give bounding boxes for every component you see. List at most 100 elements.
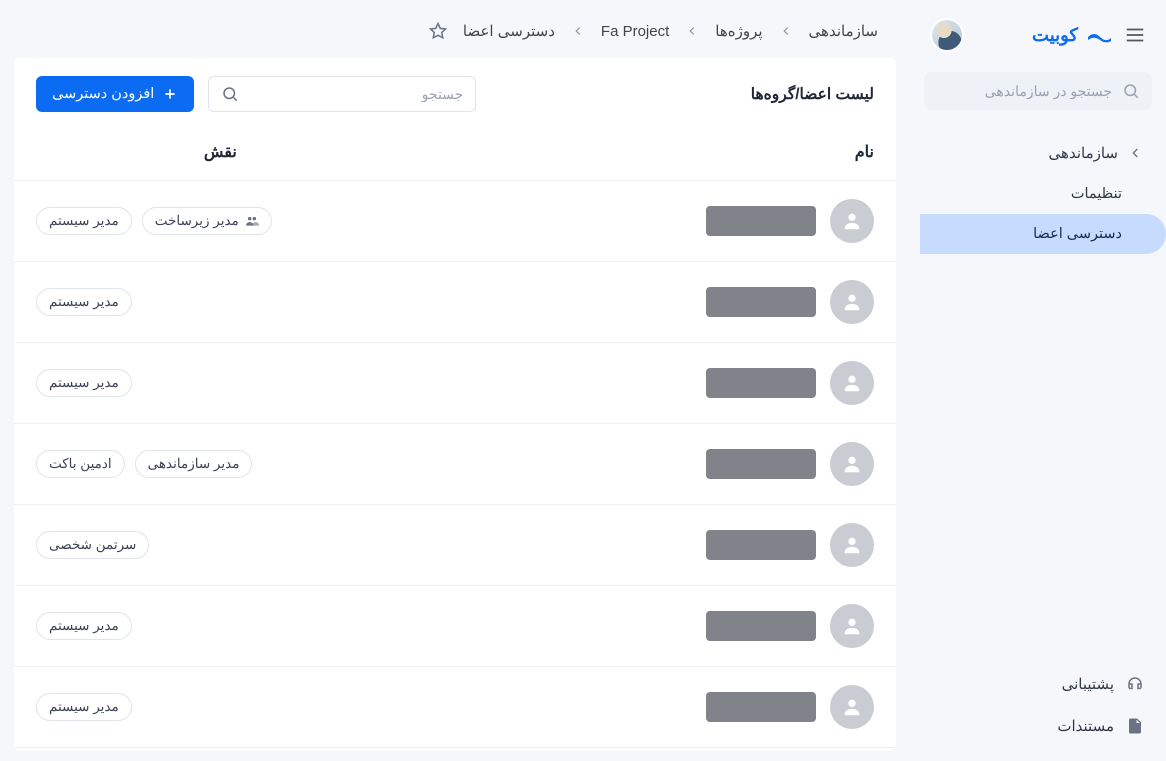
chevron-left-icon — [685, 24, 699, 38]
cell-name — [405, 199, 874, 243]
avatar — [830, 361, 874, 405]
breadcrumbs: سازماندهی پروژه‌ها Fa Project دسترسی اعض… — [10, 0, 900, 58]
avatar — [830, 280, 874, 324]
avatar — [830, 442, 874, 486]
cell-name — [405, 442, 874, 486]
sidebar-item-label: پشتیبانی — [1062, 675, 1114, 693]
add-access-label: افزودن دسترسی — [52, 86, 154, 102]
group-icon — [245, 214, 259, 228]
breadcrumb-item[interactable]: سازماندهی — [809, 22, 878, 40]
panel-title: لیست اعضا/گروه‌ها — [751, 85, 874, 104]
sidebar-item-label: دسترسی اعضا — [1033, 226, 1122, 242]
role-chip-label: مدیر سیستم — [49, 375, 119, 391]
table-row[interactable]: مدیر سیستم — [14, 262, 896, 343]
cell-role: سرتمن شخصی — [36, 531, 405, 559]
avatar — [830, 199, 874, 243]
avatar — [830, 604, 874, 648]
role-chip[interactable]: مدیر سیستم — [36, 207, 132, 235]
plus-icon — [162, 86, 178, 102]
table-row[interactable]: سرتمن شخصی — [14, 505, 896, 586]
sidebar: کوبیت سازماندهی تنظیمات دسترسی اعضا — [910, 0, 1166, 761]
sidebar-item-organization[interactable]: سازماندهی — [920, 132, 1166, 174]
breadcrumb-item[interactable]: دسترسی اعضا — [463, 22, 555, 40]
role-chip[interactable]: مدیر سازماندهی — [135, 450, 253, 478]
role-chip[interactable]: مدیر سیستم — [36, 693, 132, 721]
panel-search-input[interactable] — [247, 86, 463, 102]
add-access-button[interactable]: افزودن دسترسی — [36, 76, 194, 112]
breadcrumb-item[interactable]: پروژه‌ها — [715, 22, 762, 40]
role-chip-label: مدیر سیستم — [49, 294, 119, 310]
table-row[interactable]: مدیر سازماندهی ادمین باکت — [14, 424, 896, 505]
avatar — [830, 685, 874, 729]
member-name-redacted — [706, 206, 816, 236]
role-chip[interactable]: ادمین باکت — [36, 450, 125, 478]
sidebar-item-support[interactable]: پشتیبانی — [910, 663, 1166, 705]
table-row[interactable]: مدیر سیستم — [14, 667, 896, 748]
brand[interactable]: کوبیت — [1032, 25, 1112, 46]
panel-search[interactable] — [208, 76, 476, 112]
cell-name — [405, 604, 874, 648]
members-panel: لیست اعضا/گروه‌ها افزودن دسترسی — [14, 58, 896, 751]
table-body: مدیر زیرساخت مدیر سیستم مدیر سیستم مدیر سیس… — [14, 181, 896, 748]
cell-name — [405, 523, 874, 567]
breadcrumb-item[interactable]: Fa Project — [601, 23, 669, 40]
search-icon — [221, 85, 239, 103]
cell-role: مدیر زیرساخت مدیر سیستم — [36, 207, 405, 235]
support-icon — [1126, 675, 1144, 693]
role-chip[interactable]: مدیر سیستم — [36, 369, 132, 397]
column-header-name: نام — [405, 142, 874, 162]
nav-group: سازماندهی تنظیمات دسترسی اعضا — [910, 128, 1166, 258]
table-header: نام نقش — [14, 122, 896, 181]
chevron-left-icon — [571, 24, 585, 38]
column-header-role: نقش — [36, 142, 405, 162]
sidebar-item-member-access[interactable]: دسترسی اعضا — [920, 214, 1166, 254]
role-chip-label: مدیر سیستم — [49, 618, 119, 634]
table-row[interactable]: مدیر سیستم — [14, 343, 896, 424]
member-name-redacted — [706, 692, 816, 722]
avatar — [830, 523, 874, 567]
cell-name — [405, 685, 874, 729]
brand-logo-icon — [1086, 27, 1112, 43]
role-chip-label: مدیر سیستم — [49, 213, 119, 229]
member-name-redacted — [706, 611, 816, 641]
role-chip-label: مدیر زیرساخت — [155, 213, 239, 229]
arrow-right-icon — [1128, 145, 1144, 161]
cell-role: مدیر سیستم — [36, 693, 405, 721]
hamburger-icon[interactable] — [1124, 24, 1146, 46]
main: سازماندهی پروژه‌ها Fa Project دسترسی اعض… — [0, 0, 910, 761]
member-name-redacted — [706, 530, 816, 560]
docs-icon — [1126, 717, 1144, 735]
cell-role: مدیر سازماندهی ادمین باکت — [36, 450, 405, 478]
panel-header: لیست اعضا/گروه‌ها افزودن دسترسی — [14, 58, 896, 122]
member-name-redacted — [706, 287, 816, 317]
user-avatar[interactable] — [930, 18, 964, 52]
sidebar-item-label: مستندات — [1057, 717, 1114, 735]
cell-role: مدیر سیستم — [36, 369, 405, 397]
table-row[interactable]: مدیر زیرساخت مدیر سیستم — [14, 181, 896, 262]
member-name-redacted — [706, 368, 816, 398]
role-chip[interactable]: سرتمن شخصی — [36, 531, 149, 559]
role-chip[interactable]: مدیر سیستم — [36, 612, 132, 640]
chevron-left-icon — [779, 24, 793, 38]
role-chip-label: سرتمن شخصی — [49, 537, 136, 553]
sidebar-bottom: پشتیبانی مستندات — [910, 657, 1166, 761]
star-icon[interactable] — [429, 22, 447, 40]
sidebar-item-settings[interactable]: تنظیمات — [920, 174, 1166, 214]
cell-role: مدیر سیستم — [36, 288, 405, 316]
sidebar-search[interactable] — [924, 72, 1152, 110]
table-row[interactable]: مدیر سیستم — [14, 586, 896, 667]
sidebar-search-input[interactable] — [936, 83, 1112, 99]
role-chip[interactable]: مدیر زیرساخت — [142, 207, 272, 235]
role-chip-label: مدیر سیستم — [49, 699, 119, 715]
role-chip[interactable]: مدیر سیستم — [36, 288, 132, 316]
cell-role: مدیر سیستم — [36, 612, 405, 640]
sidebar-item-docs[interactable]: مستندات — [910, 705, 1166, 747]
role-chip-label: مدیر سازماندهی — [148, 456, 240, 472]
sidebar-item-label: تنظیمات — [1071, 186, 1122, 202]
cell-name — [405, 280, 874, 324]
brand-name: کوبیت — [1032, 25, 1078, 46]
cell-name — [405, 361, 874, 405]
sidebar-item-label: سازماندهی — [1049, 144, 1118, 162]
panel-actions: افزودن دسترسی — [36, 76, 476, 112]
sidebar-header: کوبیت — [910, 0, 1166, 64]
